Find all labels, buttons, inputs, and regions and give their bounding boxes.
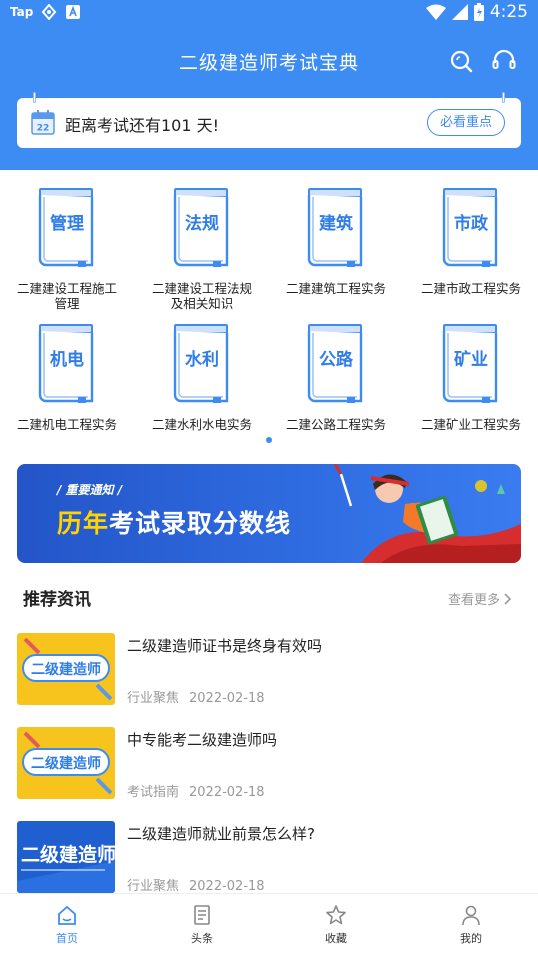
tab-label: 我的 [460,932,482,945]
subject-tile[interactable]: 建筑二建建筑工程实务 [269,187,403,317]
news-thumbnail: 二级建造师 [17,633,115,705]
subject-short-label: 水利 [185,350,219,370]
promo-banner[interactable]: / 重要通知 / 历年考试录取分数线 [17,464,521,563]
subject-name: 二建矿业工程实务 [420,417,521,432]
search-icon[interactable] [448,48,474,74]
news-section-title: 推荐资讯 [23,590,91,610]
bottom-tab-bar: 首页 头条 收藏 我的 [0,893,538,956]
header: Tap 4:25 二级建造师考试宝典 22 距离考试还有101 天! 必看重点 [0,0,538,170]
banner-subtitle: / 重要通知 / [57,483,123,497]
news-meta: 行业聚焦 2022-02-18 [127,687,265,706]
calendar-day: 22 [37,124,50,134]
a-badge-icon [66,5,81,19]
subject-short-label: 市政 [454,214,488,234]
subject-tile[interactable]: 机电二建机电工程实务 [0,323,134,453]
news-thumbnail: 二级建造师 [17,821,115,893]
banner-title-highlight: 历年 [57,509,110,538]
exam-countdown-card: 22 距离考试还有101 天! 必看重点 [17,92,521,148]
news-date: 2022-02-18 [189,785,265,800]
tab-person[interactable]: 我的 [441,904,501,946]
person-icon [462,905,480,926]
status-bar: Tap 4:25 [0,0,538,28]
tab-home[interactable]: 首页 [37,904,97,946]
banner-title-rest: 考试录取分数线 [109,509,292,538]
news-item[interactable]: 二级建造师 二级建造师就业前景怎么样? 行业聚焦 2022-02-18 [17,821,521,899]
news-title: 二级建造师就业前景怎么样? [127,825,315,843]
chevron-right-icon [504,592,512,605]
subject-short-label: 矿业 [454,350,488,370]
news-item[interactable]: 二级建造师 中专能考二级建造师吗 考试指南 2022-02-18 [17,727,521,805]
subject-name: 二建公路工程实务 [285,417,386,432]
news-category: 考试指南 [127,785,180,800]
banner-illustration [333,464,521,563]
subject-short-label: 建筑 [319,214,353,234]
news-date: 2022-02-18 [189,879,265,894]
subject-name: 二建建设工程施工 管理 [16,281,117,311]
subject-tile[interactable]: 矿业二建矿业工程实务 [404,323,538,453]
news-item[interactable]: 二级建造师 二级建造师证书是终身有效吗 行业聚焦 2022-02-18 [17,633,521,711]
see-more-label: 查看更多 [447,593,500,608]
news-title: 中专能考二级建造师吗 [127,731,278,749]
star-icon [326,905,346,925]
tab-label: 收藏 [325,932,347,945]
subject-tile[interactable]: 水利二建水利水电实务 [135,323,269,453]
tap-app-label: Tap [10,5,34,19]
signal-icon [451,4,468,20]
subject-tile[interactable]: 市政二建市政工程实务 [404,187,538,317]
sync-icon [42,4,57,20]
tab-label: 首页 [56,932,78,945]
battery-icon [473,3,484,21]
subject-name: 二建水利水电实务 [151,417,252,432]
subject-name: 二建建筑工程实务 [285,281,386,296]
must-see-button[interactable]: 必看重点 [426,109,505,136]
home-icon [58,905,76,925]
tab-label: 头条 [191,932,213,945]
wifi-icon [425,4,446,20]
page-indicator-dot [266,437,272,443]
news-meta: 考试指南 2022-02-18 [127,781,265,800]
subject-tile[interactable]: 法规二建建设工程法规 及相关知识 [135,187,269,317]
exam-countdown-text: 距离考试还有101 天! [65,116,220,135]
see-more-link[interactable]: 查看更多 [448,589,512,608]
subject-short-label: 法规 [185,214,219,234]
news-icon [194,905,210,925]
subject-name: 二建建设工程法规 及相关知识 [151,281,252,311]
subject-short-label: 机电 [50,350,84,370]
customer-service-icon[interactable] [491,48,517,74]
thumb-text: 二级建造师 [21,843,115,866]
news-meta: 行业聚焦 2022-02-18 [127,875,265,894]
banner-title: 历年考试录取分数线 [57,504,291,540]
clock: 4:25 [489,2,528,22]
news-thumbnail: 二级建造师 [17,727,115,799]
subject-tile[interactable]: 公路二建公路工程实务 [269,323,403,453]
binder-ring [502,92,505,103]
news-category: 行业聚焦 [127,879,180,894]
thumb-text: 二级建造师 [31,661,101,678]
calendar-icon: 22 [31,110,55,135]
news-title: 二级建造师证书是终身有效吗 [127,637,323,655]
subject-name: 二建机电工程实务 [16,417,117,432]
thumb-text: 二级建造师 [31,755,101,772]
subject-tile[interactable]: 管理二建建设工程施工 管理 [0,187,134,317]
subject-name: 二建市政工程实务 [420,281,521,296]
news-category: 行业聚焦 [127,691,180,706]
tab-news[interactable]: 头条 [172,904,232,946]
tab-star[interactable]: 收藏 [306,904,366,946]
subject-short-label: 公路 [319,350,353,370]
subject-short-label: 管理 [50,214,84,234]
news-date: 2022-02-18 [189,691,265,706]
binder-ring [33,92,36,103]
